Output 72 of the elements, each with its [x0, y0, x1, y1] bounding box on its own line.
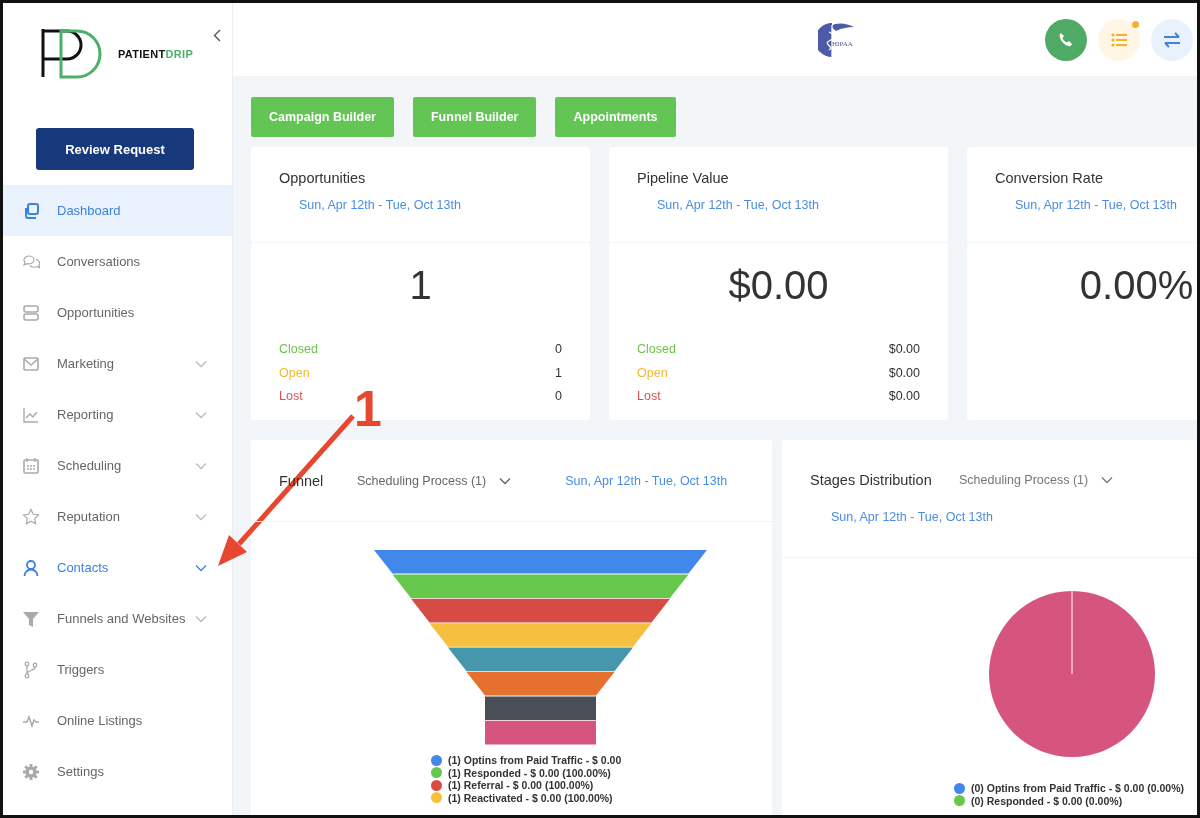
phone-button[interactable]: [1045, 18, 1087, 61]
metric-value: 1: [408, 262, 433, 309]
status-value: 0: [555, 388, 562, 405]
line-chart-icon: [22, 405, 40, 424]
copy-icon: [22, 201, 40, 220]
status-value: 0: [555, 341, 562, 358]
star-icon: [22, 507, 40, 526]
sidebar-item[interactable]: Settings: [3, 746, 232, 797]
status-label: Lost: [637, 388, 661, 405]
legend-label: (1) Responded - $ 0.00 (100.00%): [448, 766, 611, 779]
phone-icon: [1058, 31, 1074, 48]
swap-arrows-icon: [1163, 31, 1181, 48]
sidebar-item[interactable]: Reputation: [3, 491, 232, 542]
status-label: Open: [637, 364, 668, 382]
date-range-link[interactable]: Sun, Apr 12th - Tue, Oct 13th: [299, 198, 461, 212]
status-label: Closed: [637, 341, 676, 358]
date-range-link[interactable]: Sun, Apr 12th - Tue, Oct 13th: [657, 198, 819, 212]
sidebar-item[interactable]: Triggers: [3, 644, 232, 695]
status-value: $0.00: [888, 364, 920, 382]
funnel-icon: [22, 609, 40, 628]
chevron-down-icon: [195, 462, 207, 470]
chevron-down-icon: [195, 360, 207, 368]
card-title: Pipeline Value: [637, 170, 729, 186]
status-value: $0.00: [888, 388, 920, 405]
pipeline-dropdown[interactable]: Scheduling Process (1): [357, 473, 512, 488]
sidebar-item[interactable]: Conversations: [3, 236, 232, 287]
chevron-left-icon[interactable]: [213, 29, 221, 42]
status-value: 1: [555, 364, 562, 382]
card-title: Opportunities: [279, 170, 366, 186]
metric-value: 0.00%: [1078, 262, 1195, 309]
date-range-link[interactable]: Sun, Apr 12th - Tue, Oct 13th: [831, 510, 993, 524]
chevron-down-icon: [195, 564, 207, 572]
list-icon: [1111, 32, 1127, 47]
legend-label: (1) Optins from Paid Traffic - $ 0.00: [448, 754, 622, 767]
envelope-icon: [22, 354, 40, 373]
sidebar-item[interactable]: Opportunities: [3, 287, 232, 338]
date-range-link[interactable]: Sun, Apr 12th - Tue, Oct 13th: [1015, 198, 1177, 212]
annotation-number: 1: [354, 381, 382, 437]
logo-text: PATIENTDRIP: [118, 48, 193, 60]
pipeline-dropdown[interactable]: Scheduling Process (1): [959, 473, 1114, 487]
person-icon: [22, 558, 40, 577]
status-label: Closed: [279, 341, 318, 358]
calendar-icon: [22, 456, 40, 475]
switch-button[interactable]: [1151, 18, 1193, 61]
legend-label: (1) Reactivated - $ 0.00 (100.00%): [448, 791, 613, 804]
status-label: Open: [279, 364, 310, 382]
sidebar-item[interactable]: Contacts: [3, 542, 232, 593]
legend-label: (0) Optins from Paid Traffic - $ 0.00 (0.00%): [971, 782, 1184, 795]
chevron-down-icon: [499, 476, 512, 485]
sidebar-item[interactable]: Reporting: [3, 389, 232, 440]
card-title: Stages Distribution: [810, 472, 933, 488]
card-title: Conversion Rate: [995, 170, 1103, 186]
sidebar-item[interactable]: Marketing: [3, 338, 232, 389]
chevron-down-icon: [195, 513, 207, 521]
chat-bubbles-icon: [22, 252, 40, 271]
metric-value: $0.00: [727, 262, 830, 309]
date-range-link[interactable]: Sun, Apr 12th - Tue, Oct 13th: [565, 473, 728, 488]
sidebar-item[interactable]: Funnels and Websites: [3, 593, 232, 644]
sidebar-item[interactable]: Online Listings: [3, 695, 232, 746]
chevron-down-icon: [1101, 476, 1114, 484]
sidebar-item[interactable]: Scheduling: [3, 440, 232, 491]
branch-icon: [22, 660, 40, 679]
gear-icon: [22, 762, 40, 781]
sidebar-item[interactable]: Dashboard: [3, 185, 232, 236]
legend-label: (0) Responded - $ 0.00 (0.00%): [971, 794, 1123, 807]
legend-label: (1) Referral - $ 0.00 (100.00%): [448, 779, 594, 792]
stacked-rectangles-icon: [22, 303, 40, 322]
chevron-down-icon: [195, 615, 207, 623]
status-label: Lost: [279, 388, 303, 405]
chevron-down-icon: [195, 411, 207, 419]
review-request-button[interactable]: Review Request: [36, 128, 194, 170]
status-value: $0.00: [888, 341, 920, 358]
